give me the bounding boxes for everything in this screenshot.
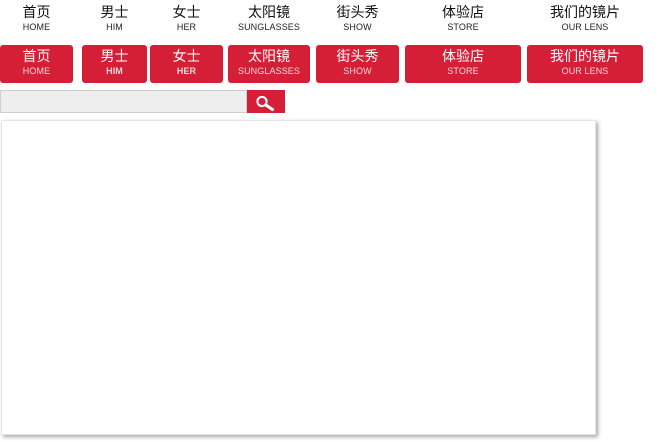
nav-top-home[interactable]: 首页 HOME — [0, 3, 73, 41]
nav-btn-her-en: HER — [176, 66, 197, 76]
red-nav: 首页 HOME 男士 HIM 女士 HER 太阳镜 SUNGLASSES 街头秀… — [0, 45, 658, 85]
nav-btn-her[interactable]: 女士 HER — [150, 45, 223, 83]
nav-btn-home-en: HOME — [22, 66, 51, 76]
nav-btn-show[interactable]: 街头秀 SHOW — [316, 45, 399, 83]
nav-btn-sunglasses-en: SUNGLASSES — [237, 66, 301, 76]
nav-top-home-en: HOME — [22, 22, 51, 32]
nav-btn-show-cn: 街头秀 — [336, 49, 379, 65]
nav-btn-show-en: SHOW — [343, 66, 372, 76]
magnifier-icon — [256, 95, 274, 111]
nav-btn-our-lens[interactable]: 我们的镜片 OUR LENS — [527, 45, 643, 83]
nav-top-show-cn: 街头秀 — [336, 5, 379, 21]
top-nav: 首页 HOME 男士 HIM 女士 HER 太阳镜 SUNGLASSES 街头秀… — [0, 3, 658, 43]
nav-btn-store-cn: 体验店 — [442, 49, 484, 65]
nav-top-show[interactable]: 街头秀 SHOW — [316, 3, 399, 41]
search-bar — [0, 90, 285, 113]
nav-btn-him[interactable]: 男士 HIM — [82, 45, 147, 83]
nav-top-store[interactable]: 体验店 STORE — [405, 3, 521, 41]
nav-btn-store-en: STORE — [447, 66, 479, 76]
nav-btn-our-lens-en: OUR LENS — [561, 66, 609, 76]
nav-btn-her-cn: 女士 — [172, 49, 201, 65]
search-button[interactable] — [247, 90, 285, 113]
nav-top-our-lens-en: OUR LENS — [561, 22, 609, 32]
nav-top-her-en: HER — [176, 22, 197, 32]
nav-top-sunglasses-en: SUNGLASSES — [237, 22, 301, 32]
nav-top-store-cn: 体验店 — [442, 5, 484, 21]
nav-btn-our-lens-cn: 我们的镜片 — [550, 49, 620, 65]
nav-btn-him-en: HIM — [106, 66, 123, 76]
nav-top-him-en: HIM — [106, 22, 123, 32]
nav-top-our-lens[interactable]: 我们的镜片 OUR LENS — [527, 3, 643, 41]
nav-top-show-en: SHOW — [343, 22, 372, 32]
search-input[interactable] — [0, 90, 247, 113]
nav-top-home-cn: 首页 — [22, 5, 51, 21]
nav-btn-home[interactable]: 首页 HOME — [0, 45, 73, 83]
nav-btn-sunglasses[interactable]: 太阳镜 SUNGLASSES — [228, 45, 310, 83]
nav-top-her-cn: 女士 — [172, 5, 201, 21]
content-panel — [1, 120, 596, 435]
nav-top-sunglasses-cn: 太阳镜 — [248, 5, 290, 21]
nav-top-him[interactable]: 男士 HIM — [82, 3, 147, 41]
nav-top-him-cn: 男士 — [100, 5, 129, 21]
nav-btn-him-cn: 男士 — [100, 49, 129, 65]
nav-btn-store[interactable]: 体验店 STORE — [405, 45, 521, 83]
nav-top-our-lens-cn: 我们的镜片 — [550, 5, 620, 21]
nav-top-her[interactable]: 女士 HER — [150, 3, 223, 41]
nav-top-store-en: STORE — [447, 22, 479, 32]
nav-btn-sunglasses-cn: 太阳镜 — [248, 49, 290, 65]
nav-top-sunglasses[interactable]: 太阳镜 SUNGLASSES — [228, 3, 310, 41]
nav-btn-home-cn: 首页 — [22, 49, 51, 65]
